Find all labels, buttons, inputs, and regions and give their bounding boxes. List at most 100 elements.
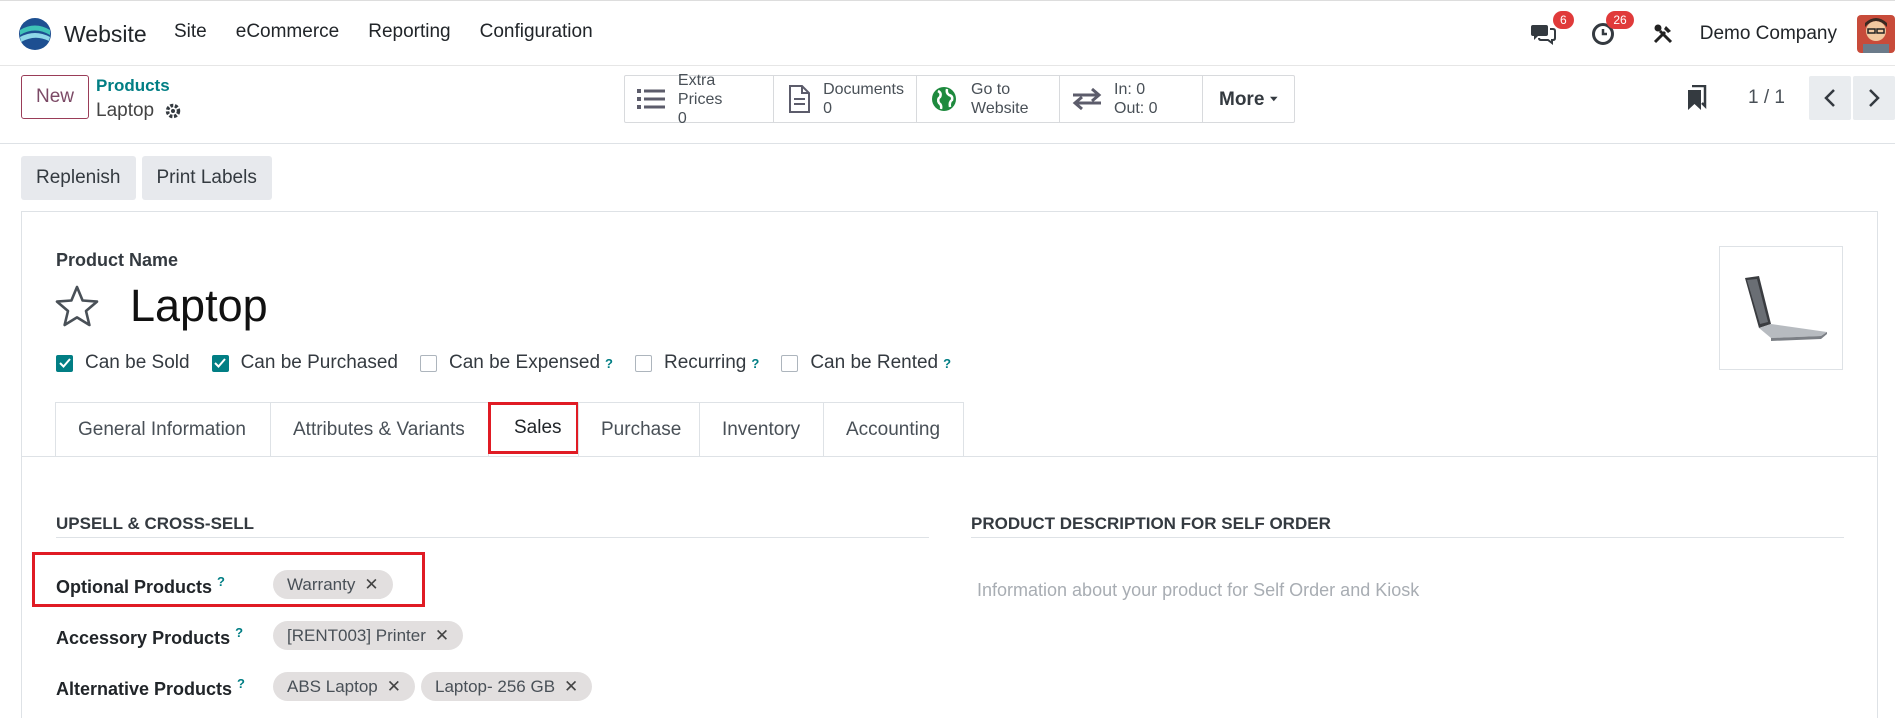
help-tooltip-icon[interactable]: ? xyxy=(943,356,951,371)
go-to-website-button[interactable]: Go to Website xyxy=(917,76,1060,122)
help-tooltip-icon[interactable]: ? xyxy=(235,625,243,640)
tag-label: ABS Laptop xyxy=(287,676,378,696)
laptop-image-icon xyxy=(1745,276,1827,341)
alternative-products-field[interactable]: ABS Laptop ✕ Laptop- 256 GB ✕ xyxy=(273,672,593,701)
breadcrumb-products[interactable]: Products xyxy=(96,76,170,96)
help-tooltip-icon[interactable]: ? xyxy=(605,356,613,371)
tag-laptop-256gb: Laptop- 256 GB ✕ xyxy=(421,672,593,701)
bookmarks-icon[interactable] xyxy=(1686,85,1708,111)
tag-warranty: Warranty ✕ xyxy=(273,570,393,599)
breadcrumb: Laptop xyxy=(96,100,182,122)
smart-buttons: Extra Prices0 Documents0 Go to Website xyxy=(624,72,1295,127)
remove-tag-icon[interactable]: ✕ xyxy=(364,575,378,595)
gear-icon[interactable] xyxy=(164,102,182,120)
remove-tag-icon[interactable]: ✕ xyxy=(435,626,449,646)
print-labels-button[interactable]: Print Labels xyxy=(141,156,272,200)
in-count: In: 0 xyxy=(1114,81,1146,98)
chevron-right-icon xyxy=(1869,89,1880,107)
app-logo-icon xyxy=(19,18,51,50)
pager-next-button[interactable] xyxy=(1853,76,1895,120)
check-icon xyxy=(56,354,73,372)
extra-prices-button[interactable]: Extra Prices 0 xyxy=(625,72,774,127)
product-name-field[interactable]: Laptop xyxy=(130,280,268,332)
activity-button[interactable]: 26 xyxy=(1586,11,1634,51)
extra-prices-count: 0 xyxy=(677,109,687,127)
accessory-products-label: Accessory Products xyxy=(56,628,231,648)
new-button[interactable]: New xyxy=(21,75,89,119)
tab-inventory[interactable]: Inventory xyxy=(699,402,824,457)
in-out-button[interactable]: In: 0 Out: 0 xyxy=(1060,76,1203,122)
can-be-rented-label: Can be Rented xyxy=(810,352,939,373)
app-brand[interactable]: Website xyxy=(18,15,147,53)
navbar-systray: 6 26 Demo Company xyxy=(1526,11,1895,55)
chat-button[interactable]: 6 xyxy=(1526,11,1574,51)
recurring-checkbox[interactable]: Recurring? xyxy=(634,352,759,374)
help-tooltip-icon[interactable]: ? xyxy=(751,356,759,371)
breadcrumb-current: Laptop xyxy=(96,100,155,121)
tools-icon xyxy=(1653,24,1672,44)
pager-value[interactable]: 1 / 1 xyxy=(1748,87,1785,109)
can-be-sold-label: Can be Sold xyxy=(85,352,190,373)
product-name-label: Product Name xyxy=(56,250,179,270)
pager: 1 / 1 xyxy=(1686,75,1895,121)
document-icon xyxy=(786,84,811,114)
can-be-purchased-label: Can be Purchased xyxy=(240,352,398,373)
avatar-image-icon xyxy=(1857,15,1895,53)
tag-abs-laptop: ABS Laptop ✕ xyxy=(273,672,415,701)
main-menu: Site eCommerce Reporting Configuration xyxy=(174,21,622,43)
more-label: More xyxy=(1219,88,1265,110)
more-dropdown[interactable]: More xyxy=(1203,76,1294,122)
documents-button[interactable]: Documents 0 xyxy=(774,76,917,122)
activity-badge: 26 xyxy=(1606,11,1634,29)
go-to-label: Go to xyxy=(971,81,1011,98)
debug-tools-button[interactable] xyxy=(1646,17,1680,51)
self-order-description-field[interactable]: Information about your product for Self … xyxy=(977,580,1419,601)
remove-tag-icon[interactable]: ✕ xyxy=(564,677,578,697)
optional-products-label-wrap: Optional Products? xyxy=(56,574,225,598)
tab-accounting[interactable]: Accounting xyxy=(823,402,964,457)
star-icon[interactable] xyxy=(54,284,100,328)
replenish-button[interactable]: Replenish xyxy=(21,156,136,200)
check-icon xyxy=(211,354,229,372)
can-be-purchased-checkbox[interactable]: Can be Purchased xyxy=(211,352,398,374)
extra-prices-label: Extra Prices xyxy=(677,71,723,108)
accessory-products-field[interactable]: [RENT003] Printer ✕ xyxy=(273,621,464,650)
alternative-products-label-wrap: Alternative Products? xyxy=(56,676,245,700)
menu-site[interactable]: Site xyxy=(174,21,207,43)
tab-purchase[interactable]: Purchase xyxy=(578,402,700,457)
user-avatar[interactable] xyxy=(1857,15,1895,53)
tag-printer: [RENT003] Printer ✕ xyxy=(273,621,464,650)
can-be-expensed-label: Can be Expensed xyxy=(448,352,601,373)
chat-badge: 6 xyxy=(1553,11,1574,29)
website-label: Website xyxy=(971,100,1029,117)
tag-label: Warranty xyxy=(287,574,356,594)
can-be-rented-checkbox[interactable]: Can be Rented? xyxy=(781,352,951,374)
can-be-sold-checkbox[interactable]: Can be Sold xyxy=(56,352,190,374)
product-form-sheet: Product Name Laptop Can be Sold Can be P… xyxy=(21,211,1878,718)
tab-attributes-variants[interactable]: Attributes & Variants xyxy=(270,402,489,457)
product-flags: Can be Sold Can be Purchased Can be Expe… xyxy=(56,352,973,374)
optional-products-field[interactable]: Warranty ✕ xyxy=(273,570,393,599)
control-panel: New Products Laptop Extra Prices 0 Docum… xyxy=(0,66,1895,144)
app-name: Website xyxy=(64,20,147,47)
menu-reporting[interactable]: Reporting xyxy=(368,21,450,43)
menu-ecommerce[interactable]: eCommerce xyxy=(236,21,339,43)
top-navbar: Website Site eCommerce Reporting Configu… xyxy=(0,0,1895,66)
list-icon xyxy=(637,84,666,114)
remove-tag-icon[interactable]: ✕ xyxy=(387,677,401,697)
can-be-expensed-checkbox[interactable]: Can be Expensed? xyxy=(419,352,613,374)
tag-label: Laptop- 256 GB xyxy=(435,676,556,696)
chat-icon xyxy=(1530,25,1556,45)
alternative-products-label: Alternative Products xyxy=(56,679,233,699)
form-notebook-tabs: General Information Attributes & Variant… xyxy=(55,402,964,457)
help-tooltip-icon[interactable]: ? xyxy=(237,676,245,691)
company-switcher[interactable]: Demo Company xyxy=(1700,23,1837,45)
out-count: Out: 0 xyxy=(1114,100,1158,117)
menu-configuration[interactable]: Configuration xyxy=(480,21,593,43)
pager-previous-button[interactable] xyxy=(1809,76,1851,120)
product-image[interactable] xyxy=(1719,246,1843,370)
tab-sales[interactable]: Sales xyxy=(488,402,579,454)
tab-divider xyxy=(22,456,1877,457)
tab-general-information[interactable]: General Information xyxy=(55,402,271,457)
help-tooltip-icon[interactable]: ? xyxy=(217,574,225,589)
